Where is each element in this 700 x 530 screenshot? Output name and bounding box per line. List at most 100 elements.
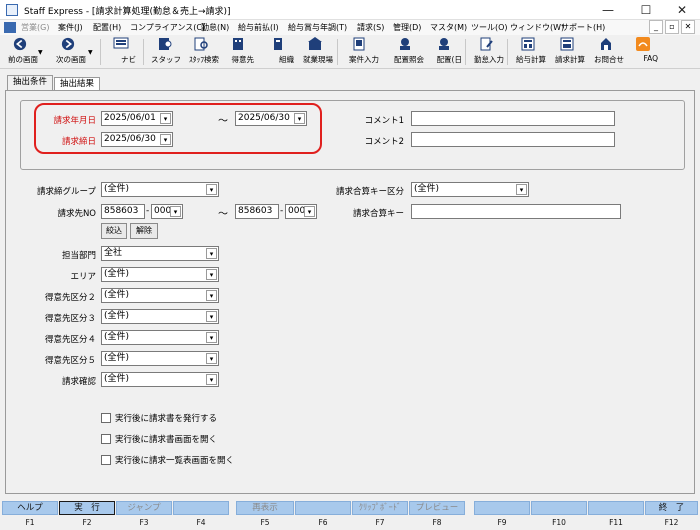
aggregate-key-type-value: (全件) — [414, 184, 440, 194]
navi-icon — [113, 37, 129, 49]
narrow-button[interactable]: 絞込 — [101, 223, 127, 239]
forward-arrow-icon — [61, 37, 75, 51]
area-select[interactable]: (全件) ▾ — [101, 267, 219, 282]
option-open-list-checkbox[interactable] — [101, 455, 111, 465]
toolbar-case-entry-button[interactable]: 案件入力 — [341, 37, 379, 67]
closing-day-field[interactable]: 2025/06/30 ▾ — [101, 132, 173, 147]
billing-no-from-code[interactable]: 858603 — [101, 204, 145, 219]
client-class4-select[interactable]: (全件) ▾ — [101, 330, 219, 345]
closing-group-select[interactable]: (全件) ▾ — [101, 182, 219, 197]
minimize-button[interactable]: — — [590, 0, 626, 20]
chevron-down-icon[interactable]: ▾ — [206, 248, 217, 259]
toolbar-navi-button[interactable]: ナビ — [106, 37, 136, 67]
toolbar-worksite-label: 就業現場 — [303, 55, 333, 64]
f11-button[interactable] — [588, 501, 644, 515]
mdi-restore-button[interactable]: ▫ — [665, 20, 679, 34]
chevron-down-icon[interactable]: ▾ — [294, 113, 305, 124]
billing-no-to-branch[interactable]: 000 ▾ — [285, 204, 317, 219]
billing-no-from-branch[interactable]: 000 ▾ — [151, 204, 183, 219]
toolbar-worksite-button[interactable]: 就業現場 — [297, 37, 333, 67]
menu-compliance[interactable]: コンプライアンス(C) — [130, 22, 205, 33]
forward-dropdown-icon[interactable]: ▼ — [88, 49, 93, 56]
back-dropdown-icon[interactable]: ▼ — [38, 49, 43, 56]
toolbar-payroll-calc-button[interactable]: 給与計算 — [510, 37, 546, 67]
chevron-down-icon[interactable]: ▾ — [206, 290, 217, 301]
chevron-down-icon[interactable]: ▾ — [206, 269, 217, 280]
toolbar-client-button[interactable]: 得意先 — [222, 37, 254, 67]
f3-key-label: F3 — [139, 518, 149, 527]
menu-eigyo[interactable]: 営業(G) — [21, 22, 49, 33]
maximize-button[interactable]: ☐ — [628, 0, 664, 20]
f10-button[interactable] — [531, 501, 587, 515]
chevron-down-icon[interactable]: ▾ — [206, 311, 217, 322]
tab-extract-conditions[interactable]: 抽出条件 — [7, 75, 53, 91]
toolbar-staff-button[interactable]: スタッフ — [149, 37, 181, 67]
f7-clipboard-button[interactable]: ｸﾘｯﾌﾟﾎﾞｰﾄﾞ — [352, 501, 408, 515]
toolbar-attendance-entry-button[interactable]: 勤怠入力 — [468, 37, 504, 67]
client-class5-label: 得意先区分５ — [44, 356, 96, 366]
aggregate-key-type-select[interactable]: (全件) ▾ — [411, 182, 529, 197]
aggregate-key-type-label: 請求合算キー区分 — [335, 187, 404, 197]
option-issue-invoice-checkbox[interactable] — [101, 413, 111, 423]
f6-button[interactable] — [295, 501, 351, 515]
f8-preview-button[interactable]: プレビュー — [409, 501, 465, 515]
clear-button[interactable]: 解除 — [130, 223, 158, 239]
billing-confirm-select[interactable]: (全件) ▾ — [101, 372, 219, 387]
f2-execute-button[interactable]: 実 行 — [59, 501, 115, 515]
comment2-input[interactable] — [411, 132, 615, 147]
billing-date-to-field[interactable]: 2025/06/30 ▾ — [235, 111, 307, 126]
client-class2-select[interactable]: (全件) ▾ — [101, 288, 219, 303]
toolbar-placement-inquiry-button[interactable]: 配置照会 — [386, 37, 424, 67]
toolbar-faq-button[interactable]: FAQ — [628, 37, 658, 67]
menu-kyuyo-shoyo[interactable]: 給与賞与年調(T) — [288, 22, 347, 33]
client-class5-select[interactable]: (全件) ▾ — [101, 351, 219, 366]
toolbar-billing-calc-button[interactable]: 請求計算 — [549, 37, 585, 67]
chevron-down-icon[interactable]: ▾ — [160, 134, 171, 145]
forward-button[interactable]: 次の画面 — [50, 37, 86, 67]
aggregate-key-input[interactable] — [411, 204, 621, 219]
f1-help-button[interactable]: ヘルプ — [2, 501, 58, 515]
menu-tool[interactable]: ツール(O) — [471, 22, 508, 33]
menu-support[interactable]: サポート(H) — [561, 22, 605, 33]
f12-key-label: F12 — [664, 518, 679, 527]
app-menu-icon[interactable] — [4, 22, 16, 33]
toolbar-inquiry-label: お問合せ — [594, 55, 624, 64]
f9-button[interactable] — [474, 501, 530, 515]
chevron-down-icon[interactable]: ▾ — [206, 184, 217, 195]
toolbar-inquiry-button[interactable]: お問合せ — [588, 37, 624, 67]
mdi-minimize-button[interactable]: _ — [649, 20, 663, 34]
menu-kintai[interactable]: 勤怠(N) — [201, 22, 229, 33]
f5-refresh-button[interactable]: 再表示 — [236, 501, 294, 515]
mdi-close-button[interactable]: ✕ — [681, 20, 695, 34]
billing-date-from-field[interactable]: 2025/06/01 ▾ — [101, 111, 173, 126]
close-button[interactable]: ✕ — [664, 0, 700, 20]
f4-button[interactable] — [173, 501, 229, 515]
toolbar-organization-button[interactable]: 組織 — [262, 37, 294, 67]
chevron-down-icon[interactable]: ▾ — [206, 332, 217, 343]
billing-no-to-code[interactable]: 858603 — [235, 204, 279, 219]
chevron-down-icon[interactable]: ▾ — [516, 184, 527, 195]
chevron-down-icon[interactable]: ▾ — [170, 206, 181, 217]
option-open-invoice-checkbox[interactable] — [101, 434, 111, 444]
menu-kanri[interactable]: 管理(D) — [393, 22, 421, 33]
menu-kyuyo-maebarai[interactable]: 給与前払(I) — [238, 22, 279, 33]
department-select[interactable]: 全社 ▾ — [101, 246, 219, 261]
toolbar-staff-search-button[interactable]: ｽﾀｯﾌ検索 — [183, 37, 219, 67]
tab-extract-results[interactable]: 抽出結果 — [54, 77, 100, 91]
menu-master[interactable]: マスタ(M) — [430, 22, 467, 33]
f3-jump-button[interactable]: ジャンプ — [116, 501, 172, 515]
menu-window[interactable]: ウィンドウ(W) — [510, 22, 564, 33]
menu-seikyu[interactable]: 請求(S) — [357, 22, 384, 33]
chevron-down-icon[interactable]: ▾ — [206, 353, 217, 364]
back-button[interactable]: 前の画面 — [2, 37, 38, 67]
chevron-down-icon[interactable]: ▾ — [160, 113, 171, 124]
menu-anken[interactable]: 案件(J) — [58, 22, 83, 33]
toolbar-placement-inquiry-label: 配置照会 — [394, 55, 424, 64]
chevron-down-icon[interactable]: ▾ — [206, 374, 217, 385]
client-class3-select[interactable]: (全件) ▾ — [101, 309, 219, 324]
chevron-down-icon[interactable]: ▾ — [304, 206, 315, 217]
menu-haichi[interactable]: 配置(H) — [93, 22, 121, 33]
comment1-input[interactable] — [411, 111, 615, 126]
toolbar-placement-daily-button[interactable]: 配置(日 — [426, 37, 462, 67]
f12-exit-button[interactable]: 終 了 — [645, 501, 698, 515]
